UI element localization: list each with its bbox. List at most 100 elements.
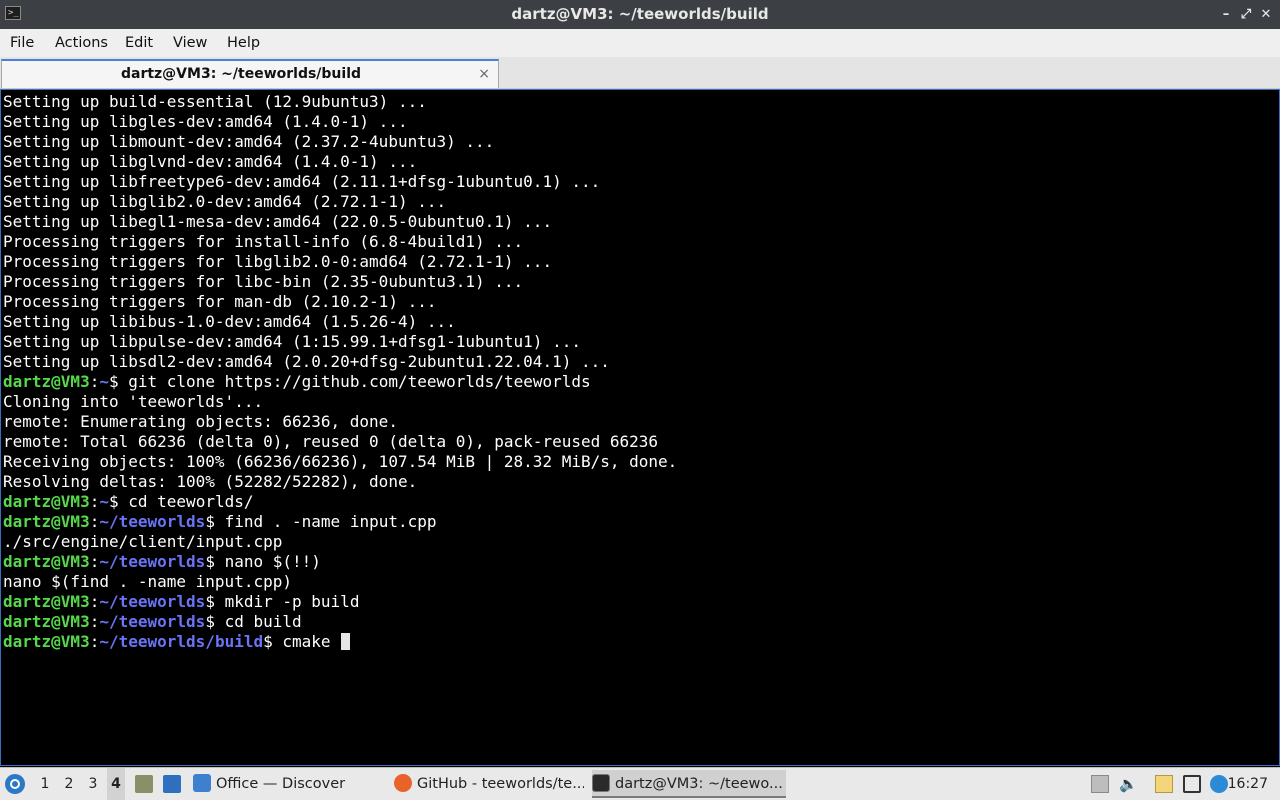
prompt-path: ~/teeworlds bbox=[99, 612, 206, 631]
prompt-symbol: $ bbox=[108, 492, 119, 511]
output-text: Processing triggers for install-info (6.… bbox=[3, 232, 524, 251]
terminal-output-line: Receiving objects: 100% (66236/66236), 1… bbox=[3, 452, 677, 472]
prompt-separator: : bbox=[89, 592, 100, 611]
tray-clipboard-icon[interactable] bbox=[1091, 775, 1109, 793]
prompt-symbol: $ bbox=[205, 552, 215, 571]
terminal-output[interactable]: Setting up build-essential (12.9ubuntu3)… bbox=[0, 89, 1280, 766]
terminal-output-line: Setting up libmount-dev:amd64 (2.37.2-4u… bbox=[3, 132, 677, 152]
prompt-separator: : bbox=[89, 372, 100, 391]
prompt-user: dartz@VM3 bbox=[3, 612, 90, 631]
menu-edit[interactable]: Edit bbox=[125, 29, 153, 57]
menu-help[interactable]: Help bbox=[227, 29, 260, 57]
tab-terminal[interactable]: dartz@VM3: ~/teeworlds/build × bbox=[1, 59, 499, 88]
menu-view[interactable]: View bbox=[173, 29, 207, 57]
workspace-3[interactable]: 3 bbox=[84, 768, 102, 800]
volume-icon[interactable]: 🔈 bbox=[1119, 775, 1138, 793]
prompt-separator: : bbox=[89, 492, 100, 511]
output-text: ./src/engine/client/input.cpp bbox=[3, 532, 283, 551]
prompt-separator: : bbox=[89, 612, 100, 631]
terminal-output-line: Setting up libsdl2-dev:amd64 (2.0.20+dfs… bbox=[3, 352, 677, 372]
terminal-prompt-line: dartz@VM3:~/teeworlds/build$ cmake bbox=[3, 632, 677, 652]
terminal-output-line: Setting up libegl1-mesa-dev:amd64 (22.0.… bbox=[3, 212, 677, 232]
output-text: Processing triggers for libglib2.0-0:amd… bbox=[3, 252, 553, 271]
terminal-prompt-line: dartz@VM3:~/teeworlds$ cd build bbox=[3, 612, 677, 632]
command-text: nano $(!!) bbox=[214, 552, 321, 571]
restore-icon[interactable]: ⤢ bbox=[1236, 0, 1256, 29]
output-text: remote: Total 66236 (delta 0), reused 0 … bbox=[3, 432, 659, 451]
terminal-output-line: remote: Total 66236 (delta 0), reused 0 … bbox=[3, 432, 677, 452]
output-text: Setting up libglib2.0-dev:amd64 (2.72.1-… bbox=[3, 192, 447, 211]
output-text: Resolving deltas: 100% (52282/52282), do… bbox=[3, 472, 418, 491]
terminal-output-line: Cloning into 'teeworlds'... bbox=[3, 392, 677, 412]
output-text: nano $(find . -name input.cpp) bbox=[3, 572, 292, 591]
terminal-output-line: Setting up libglvnd-dev:amd64 (1.4.0-1) … bbox=[3, 152, 677, 172]
output-text: Processing triggers for man-db (2.10.2-1… bbox=[3, 292, 437, 311]
output-text: Setting up libmount-dev:amd64 (2.37.2-4u… bbox=[3, 132, 495, 151]
network-icon[interactable] bbox=[1183, 775, 1201, 793]
start-menu-icon[interactable] bbox=[5, 774, 25, 794]
prompt-separator: : bbox=[89, 632, 100, 651]
task-label: Office — Discover bbox=[216, 776, 346, 792]
prompt-path: ~/teeworlds bbox=[99, 592, 206, 611]
terminal-prompt-line: dartz@VM3:~/teeworlds$ mkdir -p build bbox=[3, 592, 677, 612]
output-text: Processing triggers for libc-bin (2.35-0… bbox=[3, 272, 524, 291]
workspace-1[interactable]: 1 bbox=[36, 768, 54, 800]
terminal-prompt-line: dartz@VM3:~$ cd teeworlds/ bbox=[3, 492, 677, 512]
task-discover[interactable]: Office — Discover bbox=[193, 770, 383, 798]
workspace-2[interactable]: 2 bbox=[60, 768, 78, 800]
terminal-output-line: Setting up libgles-dev:amd64 (1.4.0-1) .… bbox=[3, 112, 677, 132]
show-desktop-icon[interactable] bbox=[163, 775, 181, 793]
notes-icon[interactable] bbox=[1155, 775, 1173, 793]
prompt-symbol: $ bbox=[205, 592, 215, 611]
menu-file[interactable]: File bbox=[10, 29, 34, 57]
terminal-output-line: Setting up libpulse-dev:amd64 (1:15.99.1… bbox=[3, 332, 677, 352]
prompt-separator: : bbox=[89, 512, 100, 531]
task-terminal[interactable]: dartz@VM3: ~/teewo... bbox=[592, 770, 786, 798]
terminal-output-line: Resolving deltas: 100% (52282/52282), do… bbox=[3, 472, 677, 492]
discover-icon bbox=[193, 774, 211, 792]
command-text: cd teeworlds/ bbox=[118, 492, 254, 511]
text-cursor bbox=[341, 633, 351, 650]
minimize-icon[interactable]: – bbox=[1216, 0, 1236, 29]
terminal-output-line: nano $(find . -name input.cpp) bbox=[3, 572, 677, 592]
output-text: Receiving objects: 100% (66236/66236), 1… bbox=[3, 452, 678, 471]
prompt-user: dartz@VM3 bbox=[3, 592, 90, 611]
prompt-symbol: $ bbox=[108, 372, 119, 391]
close-icon[interactable]: ✕ bbox=[1256, 0, 1276, 29]
terminal-output-line: remote: Enumerating objects: 66236, done… bbox=[3, 412, 677, 432]
output-text: Setting up libibus-1.0-dev:amd64 (1.5.26… bbox=[3, 312, 456, 331]
terminal-output-line: Processing triggers for libglib2.0-0:amd… bbox=[3, 252, 677, 272]
output-text: remote: Enumerating objects: 66236, done… bbox=[3, 412, 398, 431]
output-text: Setting up libgles-dev:amd64 (1.4.0-1) .… bbox=[3, 112, 408, 131]
output-text: Cloning into 'teeworlds'... bbox=[3, 392, 264, 411]
terminal-output-line: Processing triggers for man-db (2.10.2-1… bbox=[3, 292, 677, 312]
prompt-path: ~/teeworlds/build bbox=[99, 632, 264, 651]
output-text: Setting up libpulse-dev:amd64 (1:15.99.1… bbox=[3, 332, 581, 351]
terminal-prompt-line: dartz@VM3:~$ git clone https://github.co… bbox=[3, 372, 677, 392]
workspace-4[interactable]: 4 bbox=[107, 768, 125, 800]
clock[interactable]: 16:27 bbox=[1228, 768, 1268, 800]
tab-bar: dartz@VM3: ~/teeworlds/build × bbox=[0, 57, 1280, 89]
task-firefox[interactable]: GitHub - teeworlds/te... bbox=[394, 770, 584, 798]
tab-label: dartz@VM3: ~/teeworlds/build bbox=[120, 66, 362, 82]
output-text: Setting up libsdl2-dev:amd64 (2.0.20+dfs… bbox=[3, 352, 610, 371]
prompt-path: ~ bbox=[99, 492, 109, 511]
terminal-output-line: ./src/engine/client/input.cpp bbox=[3, 532, 677, 552]
prompt-user: dartz@VM3 bbox=[3, 492, 90, 511]
terminal-output-line: Processing triggers for libc-bin (2.35-0… bbox=[3, 272, 677, 292]
prompt-user: dartz@VM3 bbox=[3, 552, 90, 571]
window-titlebar: >_ dartz@VM3: ~/teeworlds/build – ⤢ ✕ bbox=[0, 0, 1280, 29]
terminal-output-line: Processing triggers for install-info (6.… bbox=[3, 232, 677, 252]
menu-actions[interactable]: Actions bbox=[55, 29, 108, 57]
task-label: dartz@VM3: ~/teewo... bbox=[615, 776, 783, 792]
file-manager-icon[interactable] bbox=[135, 775, 153, 793]
command-text: find . -name input.cpp bbox=[214, 512, 437, 531]
taskbar: 1 2 3 4 Office — Discover GitHub - teewo… bbox=[0, 767, 1280, 800]
prompt-symbol: $ bbox=[205, 512, 215, 531]
prompt-user: dartz@VM3 bbox=[3, 512, 90, 531]
update-notifier-icon[interactable] bbox=[1210, 775, 1228, 793]
tab-close-icon[interactable]: × bbox=[478, 61, 490, 87]
terminal-lines: Setting up build-essential (12.9ubuntu3)… bbox=[3, 92, 677, 652]
menu-bar: File Actions Edit View Help bbox=[0, 29, 1280, 57]
task-label: GitHub - teeworlds/te... bbox=[417, 776, 584, 792]
